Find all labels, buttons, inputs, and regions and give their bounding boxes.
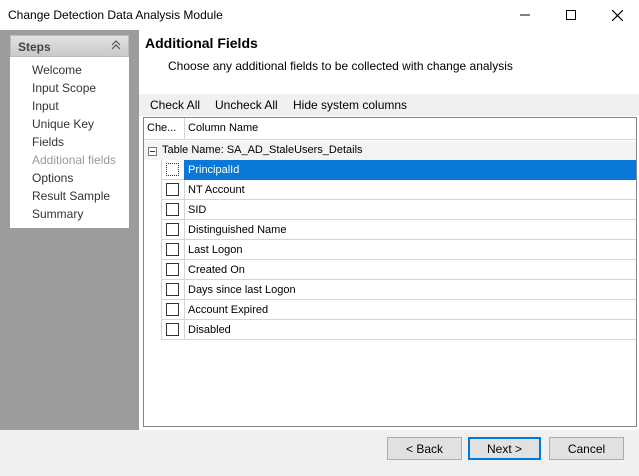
row-checkbox[interactable] bbox=[166, 323, 179, 336]
row-checkbox[interactable] bbox=[166, 223, 179, 236]
row-label: SID bbox=[188, 204, 207, 216]
uncheck-all-button[interactable]: Uncheck All bbox=[215, 98, 278, 112]
row-checkbox[interactable] bbox=[166, 203, 179, 216]
name-cell: Account Expired bbox=[184, 300, 636, 320]
table-row[interactable]: NT Account bbox=[144, 180, 636, 200]
step-welcome[interactable]: Welcome bbox=[32, 63, 82, 77]
collapse-minus-icon[interactable] bbox=[148, 145, 157, 159]
row-label: NT Account bbox=[188, 184, 245, 196]
step-unique-key[interactable]: Unique Key bbox=[32, 117, 94, 131]
step-input-scope[interactable]: Input Scope bbox=[32, 81, 96, 95]
steps-box: Steps Welcome Input Scope Input Unique K… bbox=[10, 35, 129, 228]
steps-header[interactable]: Steps bbox=[10, 35, 129, 57]
name-cell: NT Account bbox=[184, 180, 636, 200]
steps-panel: Steps Welcome Input Scope Input Unique K… bbox=[0, 30, 139, 430]
table-row[interactable]: Last Logon bbox=[144, 240, 636, 260]
row-checkbox[interactable] bbox=[166, 283, 179, 296]
steps-header-label: Steps bbox=[18, 40, 51, 54]
maximize-icon bbox=[566, 10, 576, 20]
next-button[interactable]: Next > bbox=[468, 437, 541, 460]
step-input[interactable]: Input bbox=[32, 99, 59, 113]
row-label: Disabled bbox=[188, 324, 231, 336]
name-cell: Distinguished Name bbox=[184, 220, 636, 240]
row-label: PrincipalId bbox=[188, 164, 240, 176]
fields-grid[interactable]: Che... Column Name Table Name: SA_AD_Sta… bbox=[143, 117, 637, 427]
table-row[interactable]: Distinguished Name bbox=[144, 220, 636, 240]
name-cell: Created On bbox=[184, 260, 636, 280]
window-title: Change Detection Data Analysis Module bbox=[8, 8, 223, 22]
maximize-button[interactable] bbox=[548, 0, 594, 30]
grid-header: Che... Column Name bbox=[144, 118, 636, 140]
minimize-icon bbox=[520, 14, 530, 16]
table-row[interactable]: SID bbox=[144, 200, 636, 220]
group-label: Table Name: SA_AD_StaleUsers_Details bbox=[162, 144, 363, 156]
step-options[interactable]: Options bbox=[32, 171, 73, 185]
group-row[interactable]: Table Name: SA_AD_StaleUsers_Details bbox=[144, 141, 636, 160]
check-all-button[interactable]: Check All bbox=[150, 98, 200, 112]
column-header-check[interactable]: Che... bbox=[147, 122, 176, 134]
table-row[interactable]: Created On bbox=[144, 260, 636, 280]
hide-system-columns-button[interactable]: Hide system columns bbox=[293, 98, 407, 112]
title-bar: Change Detection Data Analysis Module bbox=[0, 0, 639, 30]
step-additional-fields[interactable]: Additional fields bbox=[32, 153, 116, 167]
name-cell: SID bbox=[184, 200, 636, 220]
page-description: Choose any additional fields to be colle… bbox=[168, 59, 513, 73]
table-row[interactable]: Account Expired bbox=[144, 300, 636, 320]
name-cell: Disabled bbox=[184, 320, 636, 340]
name-cell: Days since last Logon bbox=[184, 280, 636, 300]
page-title: Additional Fields bbox=[145, 35, 258, 51]
step-result-sample[interactable]: Result Sample bbox=[32, 189, 110, 203]
row-label: Days since last Logon bbox=[188, 284, 296, 296]
name-cell: PrincipalId bbox=[184, 160, 636, 180]
close-icon bbox=[611, 9, 623, 21]
minimize-button[interactable] bbox=[502, 0, 548, 30]
back-button[interactable]: < Back bbox=[387, 437, 462, 460]
column-header-name[interactable]: Column Name bbox=[188, 122, 258, 134]
cancel-button[interactable]: Cancel bbox=[549, 437, 624, 460]
step-summary[interactable]: Summary bbox=[32, 207, 83, 221]
row-checkbox[interactable] bbox=[166, 243, 179, 256]
step-fields[interactable]: Fields bbox=[32, 135, 64, 149]
row-checkbox[interactable] bbox=[166, 303, 179, 316]
row-label: Distinguished Name bbox=[188, 224, 287, 236]
wizard-footer: < Back Next > Cancel bbox=[0, 430, 639, 476]
column-separator bbox=[184, 118, 185, 140]
table-row[interactable]: PrincipalId bbox=[144, 160, 636, 180]
row-checkbox[interactable] bbox=[166, 183, 179, 196]
row-checkbox[interactable] bbox=[166, 163, 179, 176]
chevron-double-up-icon[interactable] bbox=[110, 39, 122, 54]
table-row[interactable]: Disabled bbox=[144, 320, 636, 340]
row-checkbox[interactable] bbox=[166, 263, 179, 276]
grid-toolbar: Check All Uncheck All Hide system column… bbox=[139, 94, 639, 116]
table-row[interactable]: Days since last Logon bbox=[144, 280, 636, 300]
row-label: Created On bbox=[188, 264, 245, 276]
main-content: Additional Fields Choose any additional … bbox=[139, 30, 639, 430]
row-label: Account Expired bbox=[188, 304, 269, 316]
close-button[interactable] bbox=[594, 0, 639, 30]
name-cell: Last Logon bbox=[184, 240, 636, 260]
row-label: Last Logon bbox=[188, 244, 243, 256]
